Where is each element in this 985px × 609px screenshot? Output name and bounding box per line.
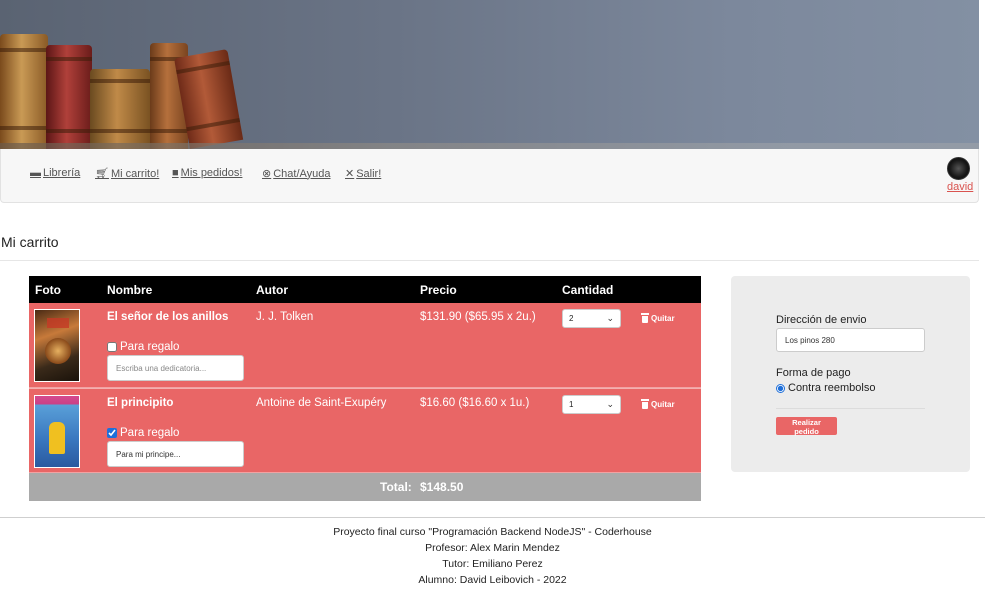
cart-icon: 🛒︎ [95,168,109,180]
footer-line: Alumno: David Leibovich - 2022 [418,574,567,586]
nav-label: Librería [43,167,81,179]
nav-label: Mi carrito! [110,167,160,180]
footer-line: Profesor: Alex Marin Mendez [425,542,560,554]
book-cover-image [34,395,80,468]
nav-link-chat-ayuda[interactable]: ⊗ Chat/Ayuda [262,167,331,181]
gift-checkbox[interactable] [107,342,117,352]
table-row: El principito Antoine de Saint-Exupéry $… [29,388,701,473]
remove-label: Quitar [651,313,675,323]
avatar[interactable] [947,157,970,180]
remove-label: Quitar [651,399,675,409]
payment-radio[interactable] [776,383,785,393]
column-header: Nombre [107,283,153,297]
payment-option: Contra reembolso [776,382,875,394]
column-header: Precio [420,283,457,297]
payment-option-label: Contra reembolso [788,382,876,394]
chevron-down-icon: ⌄ [606,313,614,323]
nav-link-salir[interactable]: ✕ Salir! [345,167,382,181]
dedication-input[interactable] [107,441,244,467]
trash-icon [641,399,649,409]
book-author: Antoine de Saint-Exupéry [256,397,387,409]
divider [776,408,925,409]
user-link[interactable]: david [947,181,973,193]
column-header: Autor [256,283,288,297]
book-name: El señor de los anillos [107,311,229,323]
quantity-select[interactable]: 1 ⌄ [562,395,621,414]
gift-label: Para regalo [120,427,180,439]
book-cover-image [34,309,80,382]
book-name: El principito [107,397,174,409]
place-order-button[interactable]: Realizar pedido [776,417,837,436]
close-icon: ✕ [345,168,355,180]
chevron-down-icon: ⌄ [606,399,614,409]
footer: Proyecto final curso "Programación Backe… [0,524,985,588]
book-price: $131.90 ($65.95 x 2u.) [420,311,536,323]
total-value: $148.50 [420,480,464,494]
quantity-value: 2 [569,314,574,323]
table-header: Foto Nombre Autor Precio Cantidad [29,276,701,303]
gift-label: Para regalo [120,341,180,353]
checkout-panel: Dirección de envio Forma de pago Contra … [731,276,970,472]
gift-option: Para regalo [107,427,179,439]
quantity-value: 1 [569,400,574,409]
trash-icon [641,313,649,323]
book-spine [90,69,150,149]
column-header: Foto [35,283,61,297]
book-price: $16.60 ($16.60 x 1u.) [420,397,530,409]
column-header: Cantidad [562,283,614,297]
nav-link-mis-pedidos[interactable]: ■ Mis pedidos! [172,167,242,179]
dedication-input[interactable] [107,355,244,381]
address-label: Dirección de envio [776,314,867,326]
book-spine [0,34,48,149]
divider [0,517,985,518]
header-banner-image [0,0,979,149]
nav-label: Salir! [356,167,382,180]
gift-checkbox[interactable] [107,428,117,438]
nav-link-mi-carrito[interactable]: 🛒︎ Mi carrito! [95,167,160,181]
page-title: Mi carrito [1,234,59,250]
nav-label: Mis pedidos! [180,167,243,179]
book-icon: ▬ [30,167,41,179]
payment-label: Forma de pago [776,367,851,379]
footer-line: Proyecto final curso "Programación Backe… [333,526,652,538]
remove-button[interactable]: Quitar [641,399,675,409]
book-author: J. J. Tolken [256,311,314,323]
quantity-select[interactable]: 2 ⌄ [562,309,621,328]
remove-button[interactable]: Quitar [641,313,675,323]
divider [0,260,979,261]
table-total-row: Total: $148.50 [29,473,701,501]
truck-icon: ■ [172,167,179,179]
nav-link-libreria[interactable]: ▬ Librería [30,167,80,179]
book-spine [46,45,92,149]
address-input[interactable] [776,328,925,352]
footer-line: Tutor: Emiliano Perez [442,558,543,570]
nav-label: Chat/Ayuda [273,167,331,180]
total-label: Total: [380,480,412,494]
table-row: El señor de los anillos J. J. Tolken $13… [29,303,701,388]
gift-option: Para regalo [107,341,179,353]
help-circle-icon: ⊗ [262,168,272,180]
cart-table: Foto Nombre Autor Precio Cantidad El señ… [29,276,701,501]
